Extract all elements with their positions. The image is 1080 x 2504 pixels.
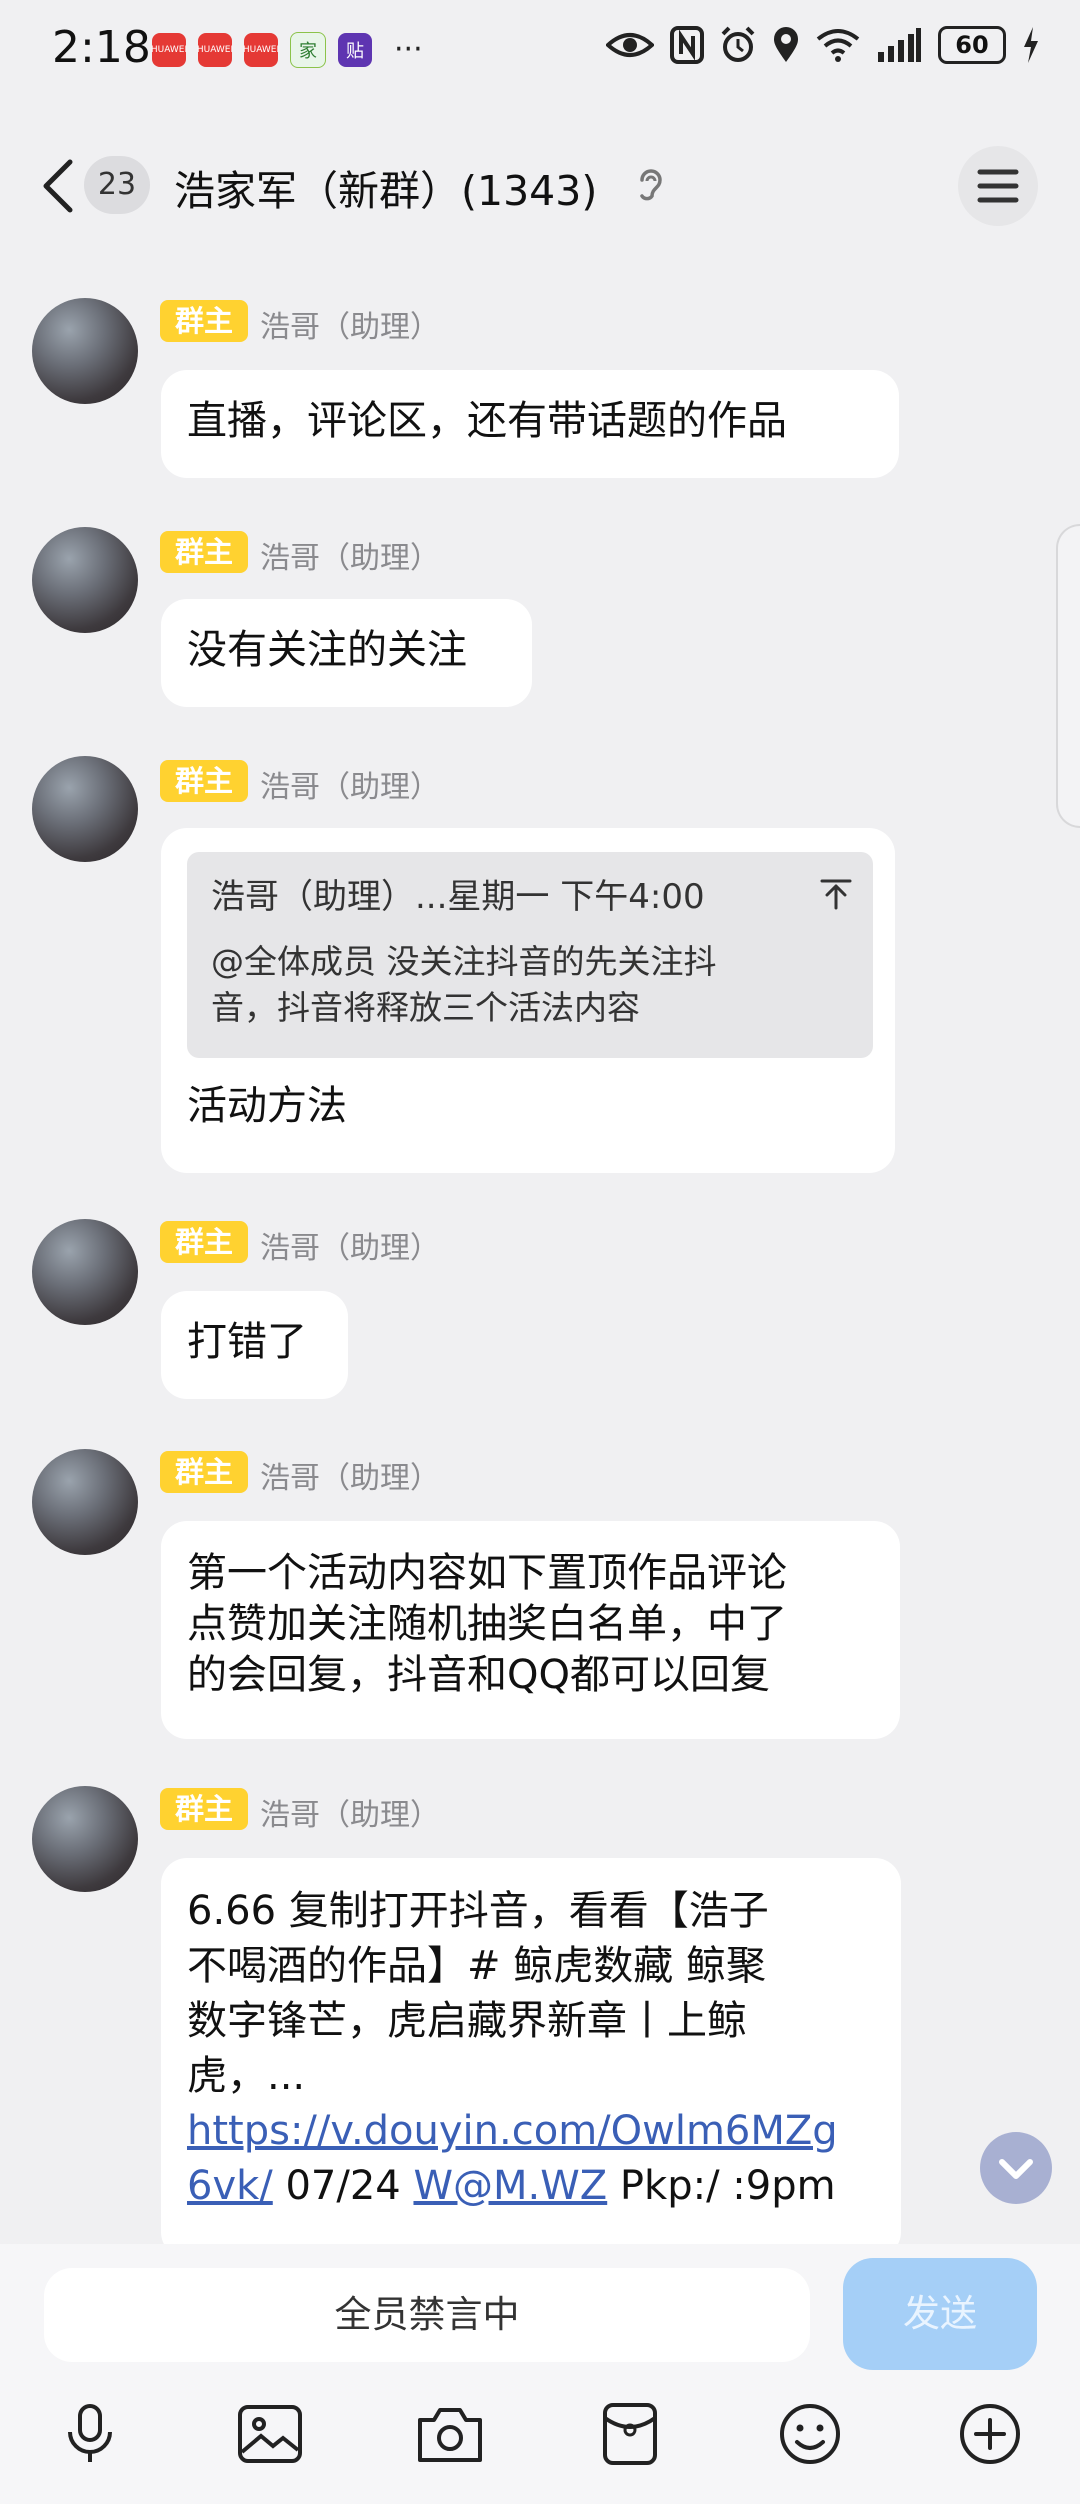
jump-to-original-icon[interactable] (819, 876, 853, 910)
owner-badge: 群主 (160, 531, 248, 573)
huawei-app-icon: HUAWEI (243, 33, 279, 67)
message-item: 群主 浩哥（助理） 浩哥（助理）...星期一 下午4:00 @全体成员 没关注抖… (0, 756, 1080, 1176)
message-text-line: 虎，... (187, 2053, 306, 2099)
status-bar: 2:18 HUAWEI HUAWEI HUAWEI 家 贴 ··· 60 (0, 0, 1080, 100)
unread-count-badge[interactable]: 23 (84, 156, 150, 214)
charging-icon (1024, 27, 1038, 63)
system-status-icons: 60 (606, 26, 1040, 64)
message-text: 打错了 (187, 1319, 307, 1365)
owner-badge: 群主 (160, 1788, 248, 1830)
image-button[interactable] (230, 2394, 310, 2474)
microphone-icon (68, 2404, 112, 2462)
owner-badge: 群主 (160, 1221, 248, 1263)
douyin-link-continued[interactable]: 6vk/ (187, 2163, 273, 2209)
message-item: 群主 浩哥（助理） 打错了 (0, 1219, 1080, 1409)
message-bubble[interactable]: 直播，评论区，还有带话题的作品 (161, 370, 899, 478)
message-text-tail: Pkp:/ :9pm (607, 2163, 836, 2209)
send-button[interactable]: 发送 (843, 2258, 1037, 2370)
huawei-app-icon: HUAWEI (197, 33, 233, 67)
message-item: 群主 浩哥（助理） 第一个活动内容如下置顶作品评论 点赞加关注随机抽奖白名单，中… (0, 1449, 1080, 1739)
avatar[interactable] (32, 527, 138, 633)
more-options-button[interactable] (950, 2394, 1030, 2474)
message-bubble[interactable]: 打错了 (161, 1291, 348, 1399)
message-text-line: 点赞加关注随机抽奖白名单，中了 (187, 1601, 787, 1647)
message-bubble[interactable]: 浩哥（助理）...星期一 下午4:00 @全体成员 没关注抖音的先关注抖 音，抖… (161, 828, 895, 1173)
sender-name[interactable]: 浩哥（助理） (260, 1790, 440, 1834)
emoji-button[interactable] (770, 2394, 850, 2474)
chevron-down-icon (999, 2159, 1033, 2179)
avatar[interactable] (32, 1449, 138, 1555)
message-bubble[interactable]: 没有关注的关注 (161, 599, 532, 707)
sender-name[interactable]: 浩哥（助理） (260, 302, 440, 346)
sender-name[interactable]: 浩哥（助理） (260, 1453, 440, 1497)
more-notifications-icon: ··· (394, 32, 423, 67)
quote-text-line: @全体成员 没关注抖音的先关注抖 (211, 942, 717, 981)
image-icon (238, 2405, 302, 2463)
battery-indicator: 60 (938, 26, 1006, 64)
emoji-icon (780, 2404, 840, 2464)
muted-input-field: 全员禁言中 (44, 2268, 810, 2362)
quote-header: 浩哥（助理）...星期一 下午4:00 (211, 877, 705, 917)
wifi-icon (816, 29, 860, 62)
voice-button[interactable] (50, 2394, 130, 2474)
owner-badge: 群主 (160, 760, 248, 802)
quoted-message[interactable]: 浩哥（助理）...星期一 下午4:00 @全体成员 没关注抖音的先关注抖 音，抖… (187, 852, 873, 1058)
signal-icon (878, 28, 921, 62)
input-toolbar (0, 2394, 1080, 2474)
message-bubble[interactable]: 6.66 复制打开抖音，看看【浩子 不喝酒的作品】# 鲸虎数藏 鲸聚 数字锋芒，… (161, 1858, 901, 2258)
red-packet-button[interactable] (590, 2394, 670, 2474)
earpiece-mode-icon[interactable] (636, 166, 664, 206)
notification-icons: HUAWEI HUAWEI HUAWEI 家 贴 ··· (151, 32, 423, 68)
avatar[interactable] (32, 298, 138, 404)
sender-name[interactable]: 浩哥（助理） (260, 1223, 440, 1267)
sender-name[interactable]: 浩哥（助理） (260, 533, 440, 577)
message-text-line: 第一个活动内容如下置顶作品评论 (187, 1550, 787, 1596)
red-packet-icon (603, 2403, 657, 2465)
huawei-app-icon: HUAWEI (151, 33, 187, 67)
message-item: 群主 浩哥（助理） 没有关注的关注 (0, 527, 1080, 717)
douyin-link[interactable]: https://v.douyin.com/Owlm6MZg (187, 2108, 838, 2154)
location-icon (774, 27, 798, 62)
message-text: 没有关注的关注 (187, 627, 467, 673)
sender-name[interactable]: 浩哥（助理） (260, 762, 440, 806)
message-text-line: 不喝酒的作品】# 鲸虎数藏 鲸聚 (187, 1943, 766, 1989)
status-time: 2:18 (52, 22, 151, 73)
eye-icon (606, 33, 654, 57)
message-text-line: 的会回复，抖音和QQ都可以回复 (187, 1652, 770, 1698)
quote-text-line: 音，抖音将释放三个活法内容 (211, 988, 640, 1027)
nfc-icon (670, 26, 704, 64)
email-link[interactable]: W@M.WZ (413, 2163, 607, 2209)
message-item: 群主 浩哥（助理） 直播，评论区，还有带话题的作品 (0, 298, 1080, 488)
tieba-app-icon: 贴 (338, 33, 372, 67)
message-text-line: 数字锋芒，虎启藏界新章丨上鲸 (187, 1998, 747, 2044)
camera-button[interactable] (410, 2394, 490, 2474)
message-text-line: 6.66 复制打开抖音，看看【浩子 (187, 1888, 769, 1934)
message-text: 直播，评论区，还有带话题的作品 (187, 398, 787, 444)
chat-header: 23 浩家军（新群）(1343) (0, 140, 1080, 230)
group-menu-button[interactable] (958, 146, 1038, 226)
alarm-icon (721, 26, 755, 62)
message-bubble[interactable]: 第一个活动内容如下置顶作品评论 点赞加关注随机抽奖白名单，中了 的会回复，抖音和… (161, 1521, 900, 1739)
back-arrow-icon[interactable] (38, 158, 78, 214)
chat-title[interactable]: 浩家军（新群）(1343) (174, 157, 597, 217)
owner-badge: 群主 (160, 300, 248, 342)
avatar[interactable] (32, 756, 138, 862)
scroll-to-bottom-button[interactable] (980, 2132, 1052, 2204)
owner-badge: 群主 (160, 1451, 248, 1493)
message-text: 活动方法 (187, 1083, 347, 1129)
menu-icon (977, 169, 1019, 203)
message-item: 群主 浩哥（助理） 6.66 复制打开抖音，看看【浩子 不喝酒的作品】# 鲸虎数… (0, 1786, 1080, 2258)
message-date: 07/24 (272, 2163, 414, 2209)
avatar[interactable] (32, 1219, 138, 1325)
home-app-icon: 家 (290, 32, 326, 68)
camera-icon (418, 2408, 482, 2462)
plus-icon (960, 2404, 1020, 2464)
avatar[interactable] (32, 1786, 138, 1892)
